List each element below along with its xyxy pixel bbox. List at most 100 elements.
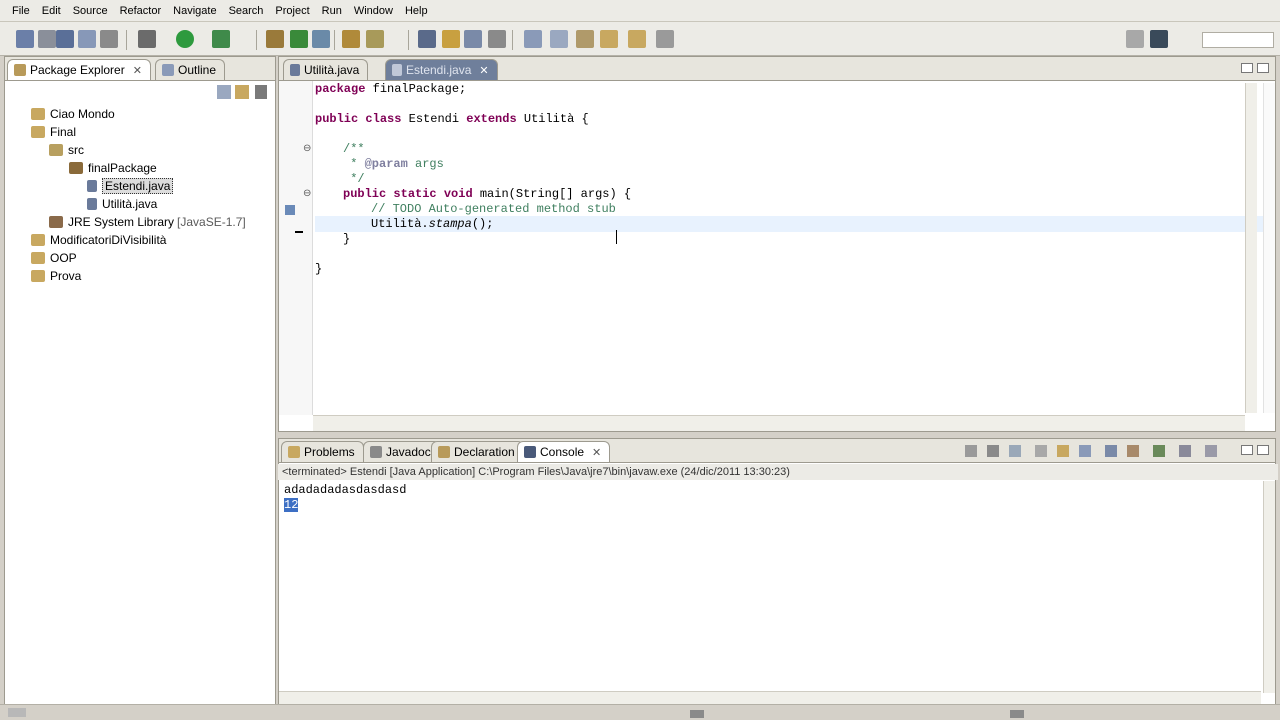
- open-type-icon[interactable]: [342, 30, 360, 48]
- menu-window[interactable]: Window: [348, 5, 399, 17]
- new-package-icon[interactable]: [290, 30, 308, 48]
- tree-item-ciao-mondo[interactable]: Ciao Mondo: [31, 105, 115, 123]
- next-annotation-icon[interactable]: [524, 30, 542, 48]
- tree-item-utilita-java[interactable]: Utilità.java: [87, 195, 157, 213]
- tab-problems[interactable]: Problems: [281, 441, 364, 462]
- code-line: * @param args: [343, 157, 444, 172]
- tree-item-oop[interactable]: OOP: [31, 249, 77, 267]
- tab-utilita-java[interactable]: Utilità.java: [283, 59, 369, 80]
- menu-edit[interactable]: Edit: [36, 5, 67, 17]
- tab-console[interactable]: Console ✕: [517, 441, 611, 462]
- search-icon[interactable]: [366, 30, 384, 48]
- pin-editor-icon[interactable]: [656, 30, 674, 48]
- tab-javadoc[interactable]: Javadoc: [363, 441, 440, 462]
- close-icon[interactable]: ✕: [592, 446, 601, 459]
- highlight-icon[interactable]: [442, 30, 460, 48]
- java-file-icon: [87, 198, 97, 210]
- close-icon[interactable]: ✕: [479, 64, 488, 77]
- new-icon[interactable]: [16, 30, 34, 48]
- tree-item-label: ModificatoriDiVisibilità: [50, 233, 167, 247]
- fold-collapse-icon[interactable]: ⊖: [303, 188, 311, 199]
- quick-access-input[interactable]: [1202, 32, 1274, 48]
- console-output-line: adadadadasdasdasd: [284, 483, 407, 497]
- menu-file[interactable]: File: [6, 5, 36, 17]
- new-class-icon[interactable]: [312, 30, 330, 48]
- tab-label: Javadoc: [386, 445, 431, 459]
- last-edit-icon[interactable]: [576, 30, 594, 48]
- link-with-editor-icon[interactable]: [235, 85, 249, 99]
- tab-package-explorer[interactable]: Package Explorer ✕: [7, 59, 151, 80]
- terminate-icon[interactable]: [965, 445, 977, 457]
- save-icon[interactable]: [56, 30, 74, 48]
- package-explorer-panel: Package Explorer ✕ Outline Ciao Mondo Fi…: [4, 56, 276, 706]
- fast-view-icon[interactable]: [8, 708, 26, 717]
- console-tabbar: Problems Javadoc Declaration Console ✕: [279, 439, 1275, 463]
- run-icon[interactable]: [176, 30, 194, 48]
- tree-item-jre-library[interactable]: JRE System Library [JavaSE-1.7]: [49, 213, 246, 231]
- view-menu-icon[interactable]: [1205, 445, 1217, 457]
- show-whitespace-icon[interactable]: [488, 30, 506, 48]
- remove-launch-icon[interactable]: [987, 445, 999, 457]
- menu-help[interactable]: Help: [399, 5, 434, 17]
- view-menu-icon[interactable]: [255, 85, 267, 99]
- package-explorer-icon: [14, 64, 26, 76]
- previous-annotation-icon[interactable]: [550, 30, 568, 48]
- debug-icon[interactable]: [138, 30, 156, 48]
- open-console-icon[interactable]: [1179, 445, 1191, 457]
- tab-declaration[interactable]: Declaration: [431, 441, 524, 462]
- display-console-icon[interactable]: [1153, 445, 1165, 457]
- editor-tabbar: Utilità.java Estendi.java ✕: [279, 57, 1275, 81]
- menu-source[interactable]: Source: [67, 5, 114, 17]
- console-vertical-scrollbar[interactable]: [1263, 481, 1275, 693]
- overview-ruler: [1263, 83, 1275, 413]
- print-icon[interactable]: [100, 30, 118, 48]
- new-java-project-icon[interactable]: [266, 30, 284, 48]
- editor-vertical-scrollbar[interactable]: [1245, 83, 1257, 413]
- back-icon[interactable]: [600, 30, 618, 48]
- tree-item-estendi-java[interactable]: Estendi.java: [87, 177, 174, 195]
- scroll-lock-icon[interactable]: [1057, 445, 1069, 457]
- console-output-area[interactable]: [279, 481, 1261, 691]
- pin-console-icon[interactable]: [1079, 445, 1091, 457]
- menu-navigate[interactable]: Navigate: [167, 5, 222, 17]
- code-comment: *: [343, 157, 365, 171]
- remove-all-icon[interactable]: [1009, 445, 1021, 457]
- main-toolbar: [0, 22, 1280, 56]
- task-marker-icon[interactable]: [285, 205, 295, 215]
- show-stdout-icon[interactable]: [1105, 445, 1117, 457]
- open-icon[interactable]: [38, 30, 56, 48]
- external-tools-icon[interactable]: [212, 30, 230, 48]
- tree-item-src[interactable]: src: [49, 141, 84, 159]
- tree-item-final[interactable]: Final: [31, 123, 76, 141]
- tree-item-finalpackage[interactable]: finalPackage: [69, 159, 157, 177]
- menu-project[interactable]: Project: [269, 5, 315, 17]
- show-stderr-icon[interactable]: [1127, 445, 1139, 457]
- perspective-icon[interactable]: [1126, 30, 1144, 48]
- minimize-icon[interactable]: [1241, 63, 1253, 73]
- status-bar: [0, 704, 1280, 720]
- console-horizontal-scrollbar[interactable]: [279, 691, 1261, 705]
- tree-item-prova[interactable]: Prova: [31, 267, 81, 285]
- tree-item-modificatori[interactable]: ModificatoriDiVisibilità: [31, 231, 166, 249]
- close-icon[interactable]: ✕: [133, 64, 142, 77]
- console-process-label: <terminated> Estendi [Java Application] …: [278, 464, 1278, 480]
- horizontal-scrollbar[interactable]: [313, 415, 1245, 431]
- tab-label: Declaration: [454, 445, 515, 459]
- tab-estendi-java[interactable]: Estendi.java ✕: [385, 59, 498, 80]
- collapse-all-icon[interactable]: [217, 85, 231, 99]
- menu-refactor[interactable]: Refactor: [114, 5, 168, 17]
- java-perspective-icon[interactable]: [1150, 30, 1168, 48]
- forward-icon[interactable]: [628, 30, 646, 48]
- block-selection-icon[interactable]: [464, 30, 482, 48]
- fold-collapse-icon[interactable]: ⊖: [303, 143, 311, 154]
- maximize-icon[interactable]: [1257, 63, 1269, 73]
- save-all-icon[interactable]: [78, 30, 96, 48]
- clear-console-icon[interactable]: [1035, 445, 1047, 457]
- toggle-mark-icon[interactable]: [418, 30, 436, 48]
- menu-run[interactable]: Run: [316, 5, 348, 17]
- code-line: public class Estendi extends Utilità {: [315, 112, 589, 127]
- menu-search[interactable]: Search: [223, 5, 270, 17]
- tab-outline[interactable]: Outline: [155, 59, 226, 80]
- minimize-icon[interactable]: [1241, 445, 1253, 455]
- maximize-icon[interactable]: [1257, 445, 1269, 455]
